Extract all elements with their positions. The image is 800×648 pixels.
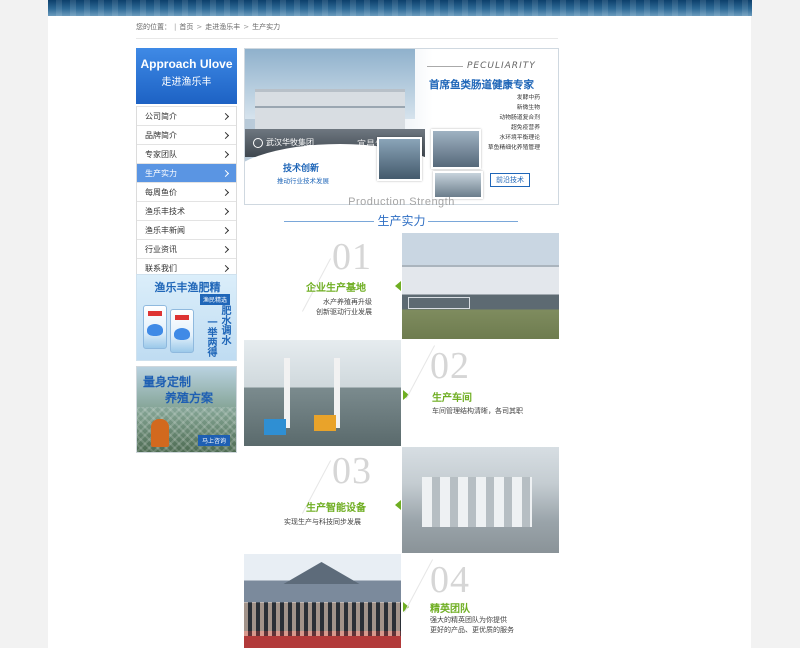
fish-photo [377, 137, 422, 181]
pointer-left-icon [395, 281, 401, 291]
ad2-line2: 养殖方案 [165, 391, 214, 405]
consult-button[interactable]: 马上咨询 [197, 435, 230, 446]
ad-vertical-text: 一举两得 [205, 317, 216, 357]
banner-margin-right [752, 0, 800, 16]
factory-base-image [402, 233, 559, 339]
factory-building-image [255, 89, 405, 129]
workshop-image [244, 340, 401, 446]
section-desc: 水产养殖再升级 创新驱动行业发展 [316, 298, 372, 316]
ad2-line1: 量身定制 [143, 375, 192, 389]
ad-tag: 渔民精选 [199, 294, 230, 305]
section-desc: 实现生产与科技同步发展 [284, 518, 361, 526]
team-photo-image [244, 554, 401, 648]
sidebar-title-cn: 走进渔乐丰 [161, 77, 212, 88]
custom-plan-ad-banner[interactable]: 量身定制 养殖方案 马上咨询 [136, 366, 237, 453]
section-title: 生产智能设备 [306, 503, 366, 514]
feature-item: 新微生物 [516, 105, 540, 111]
section-number: 03 [332, 450, 372, 492]
feature-list: 发酵中药 新微生物 动物肠道复合剂 超免疫营养 水环境平衡理论 草鱼精细化养殖管… [488, 93, 540, 153]
sidebar-header: Approach Ulove 走进渔乐丰 [136, 48, 237, 104]
lab-equipment-photo [433, 171, 483, 199]
frontier-tech-button[interactable]: 前沿技术 [490, 173, 530, 187]
divider [136, 38, 558, 39]
section-desc: 强大的精英团队为你提供 更好的产品、更优质的服务 [430, 616, 514, 634]
pointer-left-icon [395, 500, 401, 510]
logo-mark-icon [253, 137, 263, 148]
hero-banner: 武汉华牧集团 宜昌生物产业 技术创新 推动行业技术发展 PECULIARITY … [244, 48, 559, 205]
chevron-right-icon [221, 169, 230, 177]
sidebar-item-brand-intro[interactable]: 品牌简介 [137, 125, 236, 144]
feature-item: 发酵中药 [516, 95, 540, 101]
feature-item: 动物肠道复合剂 [499, 115, 540, 121]
product-bag-icon [143, 305, 167, 349]
lab-photo [431, 129, 481, 169]
product-ad-banner[interactable]: 渔乐丰渔肥精 渔民精选 肥水调水 一举两得 [136, 274, 237, 361]
top-banner [0, 0, 800, 16]
ad-title: 渔乐丰渔肥精 [154, 281, 221, 294]
feature-item: 草鱼精细化养殖管理 [487, 145, 540, 151]
sidebar-item-company-intro[interactable]: 公司简介 [137, 106, 236, 125]
chevron-right-icon [221, 226, 230, 234]
breadcrumb-label: 您的位置： [136, 23, 171, 31]
chevron-right-icon [221, 207, 230, 215]
sidebar-item-technology[interactable]: 渔乐丰技术 [137, 201, 236, 220]
sidebar-item-industry-info[interactable]: 行业资讯 [137, 239, 236, 258]
smart-equipment-image [402, 447, 559, 553]
banner-margin-left [0, 0, 48, 16]
section-number: 01 [332, 236, 372, 278]
fisherman-image [151, 419, 169, 447]
page-content: 您的位置： | 首页 > 走进渔乐丰 > 生产实力 Approach Ulove… [48, 16, 751, 648]
section-title: 企业生产基地 [306, 283, 366, 294]
sidebar-item-weekly-fish-price[interactable]: 每周鱼价 [137, 182, 236, 201]
sidebar-item-production-strength[interactable]: 生产实力 [137, 163, 236, 182]
chevron-right-icon [221, 112, 230, 120]
tech-title: 技术创新 [283, 164, 320, 174]
chevron-right-icon [221, 131, 230, 139]
production-section-01: 01 企业生产基地 水产养殖再升级 创新驱动行业发展 [244, 233, 559, 339]
section-title: 精英团队 [430, 604, 470, 615]
ad-vertical-text: 肥水调水 [219, 305, 230, 345]
section-title-en: Production Strength [348, 196, 455, 208]
tech-subtitle: 推动行业技术发展 [277, 177, 329, 185]
breadcrumb-current: 生产实力 [252, 23, 281, 31]
section-number: 04 [430, 559, 470, 601]
feature-item: 超免疫营养 [511, 125, 540, 131]
hero-headline: 首席鱼类肠道健康专家 [429, 79, 534, 91]
chevron-right-icon [221, 150, 230, 158]
sidebar-title-en: Approach Ulove [140, 57, 233, 71]
breadcrumb-about[interactable]: 走进渔乐丰 [205, 22, 240, 32]
sidebar-item-expert-team[interactable]: 专家团队 [137, 144, 236, 163]
section-number: 02 [430, 345, 470, 387]
production-section-03: 03 生产智能设备 实现生产与科技同步发展 [244, 447, 559, 553]
chevron-right-icon [221, 264, 230, 272]
breadcrumb-home[interactable]: 首页 [179, 22, 193, 32]
peculiarity-label: PECULIARITY [467, 61, 536, 71]
section-title-cn: 生产实力 [377, 214, 426, 228]
product-bag-icon [170, 309, 194, 353]
chevron-right-icon [221, 245, 230, 253]
production-section-04: 04 精英团队 强大的精英团队为你提供 更好的产品、更优质的服务 [244, 554, 559, 648]
section-title: 生产车间 [432, 393, 472, 404]
chevron-right-icon [221, 188, 230, 196]
sidebar-nav: 公司简介 品牌简介 专家团队 生产实力 每周鱼价 渔乐丰技术 渔乐丰新闻 行业资… [136, 106, 237, 278]
breadcrumb: 您的位置： | 首页 > 走进渔乐丰 > 生产实力 [136, 22, 281, 32]
feature-item: 水环境平衡理论 [499, 135, 540, 141]
production-section-02: 02 生产车间 车间管理结构清晰，各司其职 [244, 340, 559, 446]
sidebar-item-news[interactable]: 渔乐丰新闻 [137, 220, 236, 239]
section-desc: 车间管理结构清晰，各司其职 [432, 407, 523, 415]
